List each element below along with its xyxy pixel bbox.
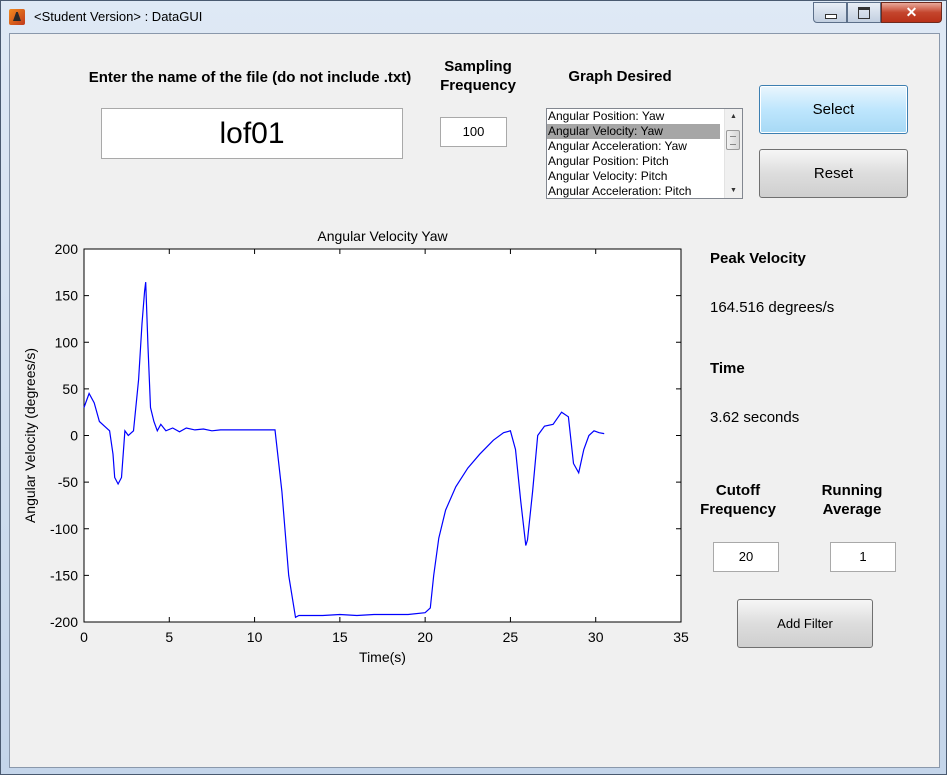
sampling-frequency-input[interactable]: 100 <box>440 117 507 147</box>
sampling-frequency-label: Sampling Frequency <box>428 57 528 95</box>
file-name-input[interactable]: lof01 <box>101 108 403 159</box>
x-tick-label: 10 <box>247 629 263 645</box>
graph-option[interactable]: Angular Velocity: Yaw <box>547 124 720 139</box>
y-tick-label: -50 <box>58 474 78 490</box>
y-axis-label: Angular Velocity (degrees/s) <box>22 348 38 523</box>
angular-velocity-chart: Angular Velocity Yaw Time(s) Angular Veloc… <box>22 228 689 665</box>
sampling-label-line1: Sampling <box>444 58 512 75</box>
time-label: Time <box>710 360 745 377</box>
x-tick-label: 30 <box>588 629 604 645</box>
file-name-label: Enter the name of the file (do not inclu… <box>88 69 412 86</box>
select-button[interactable]: Select <box>759 85 908 134</box>
window-title: <Student Version> : DataGUI <box>34 9 203 24</box>
graph-option[interactable]: Angular Acceleration: Pitch <box>547 184 742 198</box>
listbox-scrollbar[interactable]: ▲ ▼ <box>724 109 742 198</box>
peak-velocity-value: 164.516 degrees/s <box>710 299 835 316</box>
running-label-line1: Running <box>821 482 883 499</box>
cutoff-frequency-input[interactable]: 20 <box>713 542 779 572</box>
graph-option[interactable]: Angular Velocity: Pitch <box>547 169 742 184</box>
cutoff-label-line1: Cutoff <box>715 482 761 499</box>
x-axis-label: Time(s) <box>359 649 406 665</box>
y-tick-label: 100 <box>55 334 79 350</box>
scroll-down-icon[interactable]: ▼ <box>725 183 742 198</box>
x-tick-label: 35 <box>673 629 689 645</box>
close-icon: ✕ <box>905 4 918 20</box>
figure-area: Enter the name of the file (do not inclu… <box>9 33 940 768</box>
sampling-label-line2: Frequency <box>440 77 516 94</box>
app-window: <Student Version> : DataGUI ✕ Enter the … <box>0 0 947 775</box>
y-tick-label: -100 <box>50 521 78 537</box>
cutoff-label-line2: Frequency <box>700 501 776 518</box>
title-bar[interactable]: <Student Version> : DataGUI ✕ <box>1 1 946 33</box>
matlab-logo-icon <box>9 9 25 25</box>
x-tick-label: 5 <box>165 629 173 645</box>
cutoff-frequency-label: Cutoff Frequency <box>690 481 786 519</box>
maximize-icon <box>858 7 870 19</box>
y-tick-label: 200 <box>55 241 79 257</box>
graph-listbox[interactable]: Angular Position: Yaw Angular Velocity: Y… <box>546 108 743 199</box>
chart-title: Angular Velocity Yaw <box>317 228 448 244</box>
plot-area <box>83 248 682 623</box>
x-tick-label: 25 <box>503 629 519 645</box>
minimize-button[interactable] <box>813 2 847 23</box>
add-filter-button[interactable]: Add Filter <box>737 599 873 648</box>
running-label-line2: Average <box>822 501 882 518</box>
y-tick-label: 50 <box>62 381 78 397</box>
x-tick-label: 0 <box>80 629 88 645</box>
y-tick-label: 0 <box>70 428 78 444</box>
graph-option[interactable]: Angular Acceleration: Yaw <box>547 139 742 154</box>
graph-option[interactable]: Angular Position: Pitch <box>547 154 742 169</box>
x-tick-label: 20 <box>417 629 433 645</box>
time-value: 3.62 seconds <box>710 409 800 426</box>
running-average-input[interactable]: 1 <box>830 542 896 572</box>
graph-desired-label: Graph Desired <box>568 68 672 85</box>
maximize-button[interactable] <box>847 2 881 23</box>
close-button[interactable]: ✕ <box>881 2 942 23</box>
scroll-thumb[interactable] <box>726 130 740 150</box>
scroll-up-icon[interactable]: ▲ <box>725 109 742 124</box>
minimize-icon <box>825 14 837 19</box>
y-tick-label: -150 <box>50 567 78 583</box>
y-tick-label: 150 <box>55 288 79 304</box>
graph-option[interactable]: Angular Position: Yaw <box>547 109 742 124</box>
peak-velocity-label: Peak Velocity <box>710 250 806 267</box>
y-tick-label: -200 <box>50 614 78 630</box>
reset-button[interactable]: Reset <box>759 149 908 198</box>
running-average-label: Running Average <box>807 481 897 519</box>
x-tick-label: 15 <box>332 629 348 645</box>
